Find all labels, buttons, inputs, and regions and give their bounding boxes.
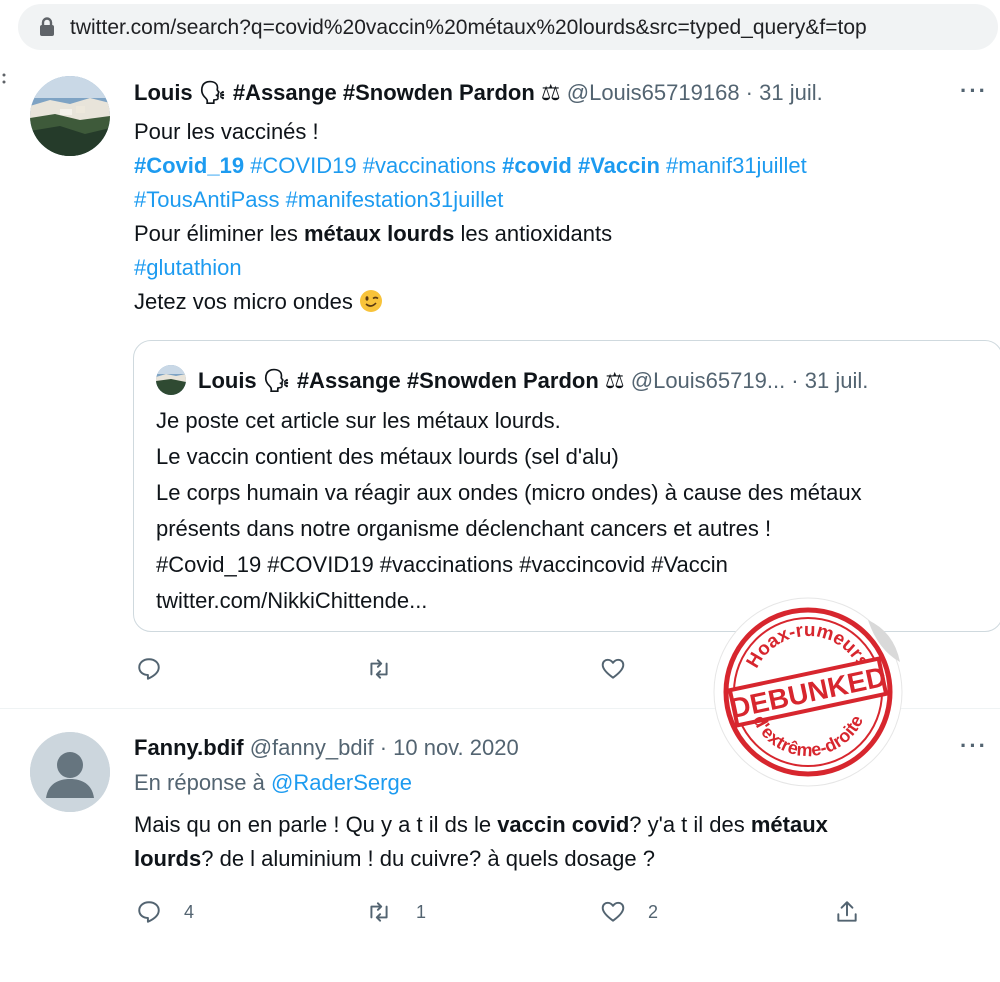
text-fragment: les antioxidants — [454, 221, 613, 246]
default-profile-icon — [30, 732, 110, 812]
quoted-line: Le vaccin contient des métaux lourds (se… — [156, 444, 619, 469]
tweet-header: Fanny.bdif @fanny_bdif · 10 nov. 2020 — [134, 735, 519, 761]
hashtag-line: #Covid_19 #COVID19 #vaccinations #covid … — [134, 149, 994, 183]
quoted-line: présents dans notre organisme déclenchan… — [156, 516, 772, 541]
reply-icon[interactable] — [136, 656, 162, 682]
quoted-tweet[interactable]: Louis 🗣 #Assange #Snowden Pardon ⚖ @Loui… — [133, 340, 1000, 632]
url-field[interactable]: twitter.com/search?q=covid%20vaccin%20mé… — [18, 4, 998, 50]
hashtag-link[interactable]: #manif31juillet — [666, 153, 807, 178]
avatar[interactable] — [30, 76, 110, 156]
tweet-text: Mais qu on en parle ! Qu y a t il ds le … — [134, 808, 964, 876]
quoted-tweet-header: Louis 🗣 #Assange #Snowden Pardon ⚖ @Loui… — [198, 368, 868, 394]
quoted-line: Le corps humain va réagir aux ondes (mic… — [156, 480, 862, 505]
url-text: twitter.com/search?q=covid%20vaccin%20mé… — [70, 16, 867, 39]
like-count: 2 — [648, 902, 659, 922]
more-options-icon[interactable]: ··· — [960, 733, 988, 759]
hashtag-link[interactable]: #manifestation31juillet — [286, 187, 504, 212]
handle-and-date[interactable]: @fanny_bdif · 10 nov. 2020 — [250, 735, 519, 760]
text-fragment: ? de l aluminium ! du cuivre? à quels do… — [201, 846, 655, 871]
tweet-line: lourds? de l aluminium ! du cuivre? à qu… — [134, 842, 964, 876]
avatar-landscape-image — [30, 76, 110, 156]
mentioned-user-link[interactable]: @RaderSerge — [271, 770, 412, 795]
tweet-line: Pour éliminer les métaux lourds les anti… — [134, 217, 994, 251]
highlighted-term: métaux lourds — [303, 221, 455, 246]
reply-icon[interactable] — [136, 899, 162, 925]
more-options-icon[interactable]: ··· — [960, 78, 988, 104]
display-name[interactable]: Fanny.bdif — [134, 735, 244, 760]
tweet-text: Pour les vaccinés ! #Covid_19 #COVID19 #… — [134, 115, 994, 319]
hashtag-link[interactable]: #vaccinations — [363, 153, 496, 178]
hashtag-link[interactable]: #Vaccin — [578, 153, 660, 178]
handle-and-date[interactable]: @Louis65719168 · 31 juil. — [567, 80, 823, 105]
display-name[interactable]: Louis 🗣 #Assange #Snowden Pardon ⚖ — [134, 80, 561, 105]
avatar-landscape-image — [156, 365, 186, 395]
retweet-icon[interactable] — [366, 656, 392, 682]
text-fragment: Mais qu on en parle ! Qu y a t il ds le — [134, 812, 498, 837]
quoted-line: #Covid_19 #COVID19 #vaccinations #vaccin… — [156, 552, 728, 577]
highlighted-term: métaux — [750, 812, 828, 837]
hashtag-link[interactable]: #glutathion — [134, 255, 242, 280]
hashtag-link[interactable]: #TousAntiPass — [134, 187, 280, 212]
hashtag-line: #glutathion — [134, 251, 994, 285]
debunked-stamp-sticker: Hoax-rumeurs DEBUNKED d'extrême-droite — [713, 597, 903, 787]
highlighted-term: lourds — [134, 846, 202, 871]
browser-address-bar: twitter.com/search?q=covid%20vaccin%20mé… — [0, 0, 1000, 56]
like-heart-icon[interactable] — [600, 899, 626, 925]
winking-face-emoji-icon — [360, 290, 382, 312]
quoted-tweet-text: Je poste cet article sur les métaux lour… — [156, 403, 996, 619]
highlighted-term: vaccin covid — [497, 812, 630, 837]
quoted-line: Je poste cet article sur les métaux lour… — [156, 408, 561, 433]
like-heart-icon[interactable] — [600, 656, 626, 682]
retweet-icon[interactable] — [366, 899, 392, 925]
text-fragment: Pour éliminer les — [134, 221, 304, 246]
text-fragment: Jetez vos micro ondes — [134, 289, 353, 314]
tweet-line: Jetez vos micro ondes — [134, 285, 994, 319]
reply-count: 4 — [184, 902, 195, 922]
window-edge-dots-icon — [2, 73, 6, 84]
tweet-line: Mais qu on en parle ! Qu y a t il ds le … — [134, 808, 964, 842]
text-fragment: ? y'a t il des — [629, 812, 751, 837]
hashtag-link[interactable]: #covid — [502, 153, 572, 178]
reply-prefix: En réponse à — [134, 770, 271, 795]
share-icon[interactable] — [834, 899, 860, 925]
retweet-count: 1 — [416, 902, 427, 922]
hashtag-link[interactable]: #COVID19 — [250, 153, 356, 178]
tweet-line: Pour les vaccinés ! — [134, 119, 319, 144]
handle-and-date: @Louis65719... · 31 juil. — [630, 368, 869, 393]
avatar[interactable] — [156, 365, 186, 395]
hashtag-link[interactable]: #Covid_19 — [134, 153, 244, 178]
lock-icon — [40, 17, 54, 36]
hashtag-line: #TousAntiPass #manifestation31juillet — [134, 183, 994, 217]
tweet-header: Louis 🗣 #Assange #Snowden Pardon ⚖ @Loui… — [134, 80, 823, 106]
avatar[interactable] — [30, 732, 110, 812]
reply-context: En réponse à @RaderSerge — [134, 770, 412, 796]
display-name: Louis 🗣 #Assange #Snowden Pardon ⚖ — [198, 368, 625, 393]
